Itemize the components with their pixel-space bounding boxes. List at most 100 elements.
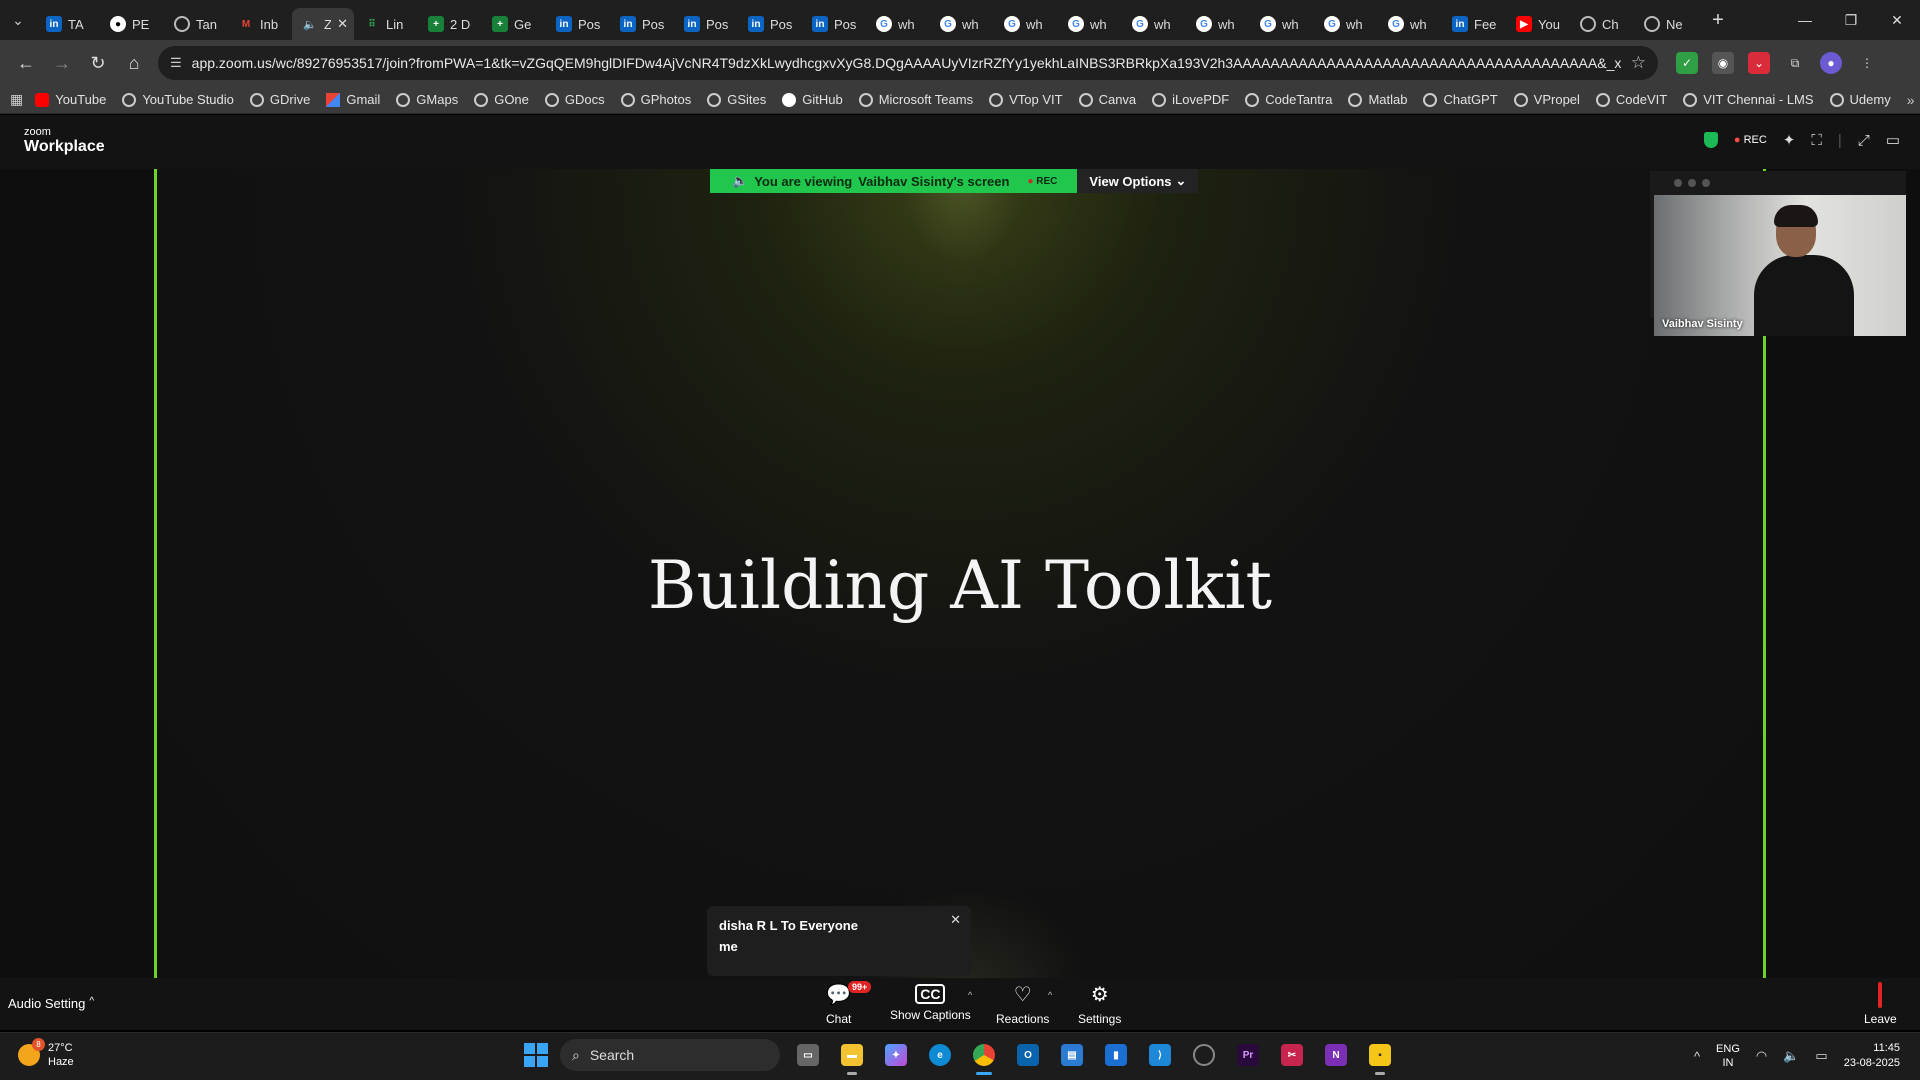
extensions-puzzle-icon[interactable]: ⧉: [1784, 52, 1806, 74]
more-bookmarks-icon[interactable]: »: [1907, 92, 1915, 108]
taskbar-search[interactable]: ⌕ Search: [560, 1039, 780, 1071]
browser-tab-active[interactable]: 🔈 Z ✕: [292, 8, 354, 40]
edge-icon[interactable]: e: [924, 1039, 956, 1071]
file-explorer-icon[interactable]: ▬: [836, 1039, 868, 1075]
bookmark-item[interactable]: ChatGPT: [1423, 92, 1498, 107]
tab-close-icon[interactable]: ✕: [337, 16, 348, 32]
browser-tab[interactable]: Gwh: [1250, 8, 1314, 40]
bookmark-item[interactable]: iLovePDF: [1152, 92, 1229, 107]
bookmark-item[interactable]: CodeTantra: [1245, 92, 1332, 107]
volume-icon[interactable]: 🔈: [1783, 1048, 1799, 1064]
reload-button[interactable]: ↻: [80, 45, 116, 81]
panel-drag-handle[interactable]: [1674, 179, 1710, 187]
sparkle-ai-icon[interactable]: ✦: [1783, 131, 1796, 149]
bookmark-item[interactable]: VTop VIT: [989, 92, 1063, 107]
system-clock[interactable]: 11:45 23-08-2025: [1844, 1041, 1900, 1071]
chrome-icon[interactable]: [968, 1039, 1000, 1075]
bookmark-item[interactable]: Microsoft Teams: [858, 92, 973, 107]
view-options-button[interactable]: View Options ⌄: [1077, 169, 1199, 193]
show-captions-button[interactable]: CC Show Captions: [890, 984, 971, 1022]
browser-tab[interactable]: Gwh: [994, 8, 1058, 40]
bookmark-item[interactable]: GMaps: [396, 92, 458, 107]
profile-avatar-icon[interactable]: ●: [1820, 52, 1842, 74]
focus-frame-icon[interactable]: ⛶: [1811, 132, 1822, 149]
restore-button[interactable]: ❐: [1828, 0, 1874, 40]
microsoft-store-icon[interactable]: ▤: [1056, 1039, 1088, 1071]
bookmark-item[interactable]: VIT Chennai - LMS: [1683, 92, 1814, 107]
close-icon[interactable]: ✕: [950, 912, 961, 928]
browser-tab[interactable]: in Pos: [802, 8, 866, 40]
premiere-pro-icon[interactable]: Pr: [1232, 1039, 1264, 1071]
recording-indicator[interactable]: ● REC: [1734, 134, 1767, 146]
url-text[interactable]: app.zoom.us/wc/89276953517/join?fromPWA=…: [192, 55, 1621, 71]
wifi-icon[interactable]: ◠: [1756, 1048, 1767, 1064]
bookmark-item[interactable]: GDrive: [249, 92, 310, 107]
fullscreen-icon[interactable]: ⤢: [1858, 132, 1870, 149]
close-window-button[interactable]: ✕: [1874, 0, 1920, 40]
browser-tab[interactable]: Gwh: [1186, 8, 1250, 40]
bookmark-item[interactable]: YouTube Studio: [122, 92, 234, 107]
browser-tab[interactable]: M Inb: [228, 8, 292, 40]
browser-tab[interactable]: Gwh: [1122, 8, 1186, 40]
weather-widget[interactable]: 8 27°C Haze: [18, 1038, 74, 1069]
audio-setting-button[interactable]: Audio Setting ^: [8, 996, 94, 1011]
apps-grid-icon[interactable]: ▦: [10, 91, 23, 108]
site-info-icon[interactable]: ☰: [170, 55, 182, 71]
browser-tab[interactable]: Gwh: [1314, 8, 1378, 40]
browser-tab[interactable]: in TA: [36, 8, 100, 40]
address-bar[interactable]: ☰ app.zoom.us/wc/89276953517/join?fromPW…: [158, 46, 1658, 80]
bookmark-item[interactable]: Canva: [1078, 92, 1136, 107]
bookmark-item[interactable]: CodeVIT: [1595, 92, 1667, 107]
vscode-icon[interactable]: ⟩: [1144, 1039, 1176, 1071]
encryption-shield-icon[interactable]: [1703, 132, 1718, 148]
bookmark-item[interactable]: Matlab: [1348, 92, 1407, 107]
browser-tab[interactable]: in Fee: [1442, 8, 1506, 40]
bookmark-item[interactable]: YouTube: [35, 92, 106, 107]
onenote-icon[interactable]: N: [1320, 1039, 1352, 1071]
leave-button[interactable]: Leave: [1864, 982, 1897, 1026]
browser-tab[interactable]: Ne: [1634, 8, 1698, 40]
bookmark-item[interactable]: GDocs: [544, 92, 605, 107]
battery-icon[interactable]: ▭: [1815, 1048, 1827, 1064]
language-indicator[interactable]: ENG IN: [1716, 1042, 1740, 1070]
browser-tab[interactable]: in Pos: [546, 8, 610, 40]
bookmark-item[interactable]: GOne: [474, 92, 529, 107]
bookmark-item[interactable]: GPhotos: [620, 92, 691, 107]
minimize-button[interactable]: —: [1782, 0, 1828, 40]
shield-extension-icon[interactable]: ✓: [1676, 52, 1698, 74]
bookmark-item[interactable]: GSites: [707, 92, 766, 107]
bookmark-item[interactable]: GitHub: [782, 92, 843, 107]
home-button[interactable]: ⌂: [116, 45, 152, 81]
outlook-icon[interactable]: O: [1012, 1039, 1044, 1071]
sticky-notes-icon[interactable]: ▪: [1364, 1039, 1396, 1075]
browser-tab[interactable]: ● PE: [100, 8, 164, 40]
bookmark-item[interactable]: Gmail: [326, 92, 380, 107]
browser-tab[interactable]: in Pos: [610, 8, 674, 40]
browser-tab[interactable]: ▶ You: [1506, 8, 1570, 40]
snipping-tool-icon[interactable]: ✂: [1276, 1039, 1308, 1071]
browser-tab[interactable]: in Pos: [738, 8, 802, 40]
browser-tab[interactable]: Gwh: [1058, 8, 1122, 40]
blue-app-icon[interactable]: ▮: [1100, 1039, 1132, 1071]
browser-tab[interactable]: + Ge: [482, 8, 546, 40]
browser-tab[interactable]: Ch: [1570, 8, 1634, 40]
pocket-extension-icon[interactable]: ⌄: [1748, 52, 1770, 74]
browser-tab[interactable]: +2 D: [418, 8, 482, 40]
browser-tab[interactable]: in Pos: [674, 8, 738, 40]
browser-tab[interactable]: Gwh: [866, 8, 930, 40]
bookmark-item[interactable]: VPropel: [1513, 92, 1580, 107]
new-tab-button[interactable]: +: [1702, 4, 1734, 36]
camera-extension-icon[interactable]: ◉: [1712, 52, 1734, 74]
screen-layout-icon[interactable]: ▭: [1886, 131, 1900, 149]
task-view-icon[interactable]: ▭: [792, 1039, 824, 1071]
back-button[interactable]: ←: [8, 45, 44, 81]
clock-app-icon[interactable]: [1188, 1039, 1220, 1071]
chat-notification[interactable]: disha R L To Everyone me ✕: [707, 906, 971, 976]
bookmark-star-icon[interactable]: ☆: [1631, 53, 1646, 73]
bookmark-item[interactable]: Udemy: [1829, 92, 1891, 107]
browser-menu-icon[interactable]: ⋮: [1856, 52, 1878, 74]
browser-tab[interactable]: ⠿ Lin: [354, 8, 418, 40]
browser-tab[interactable]: Tan: [164, 8, 228, 40]
browser-tab[interactable]: Gwh: [1378, 8, 1442, 40]
forward-button[interactable]: →: [44, 45, 80, 81]
